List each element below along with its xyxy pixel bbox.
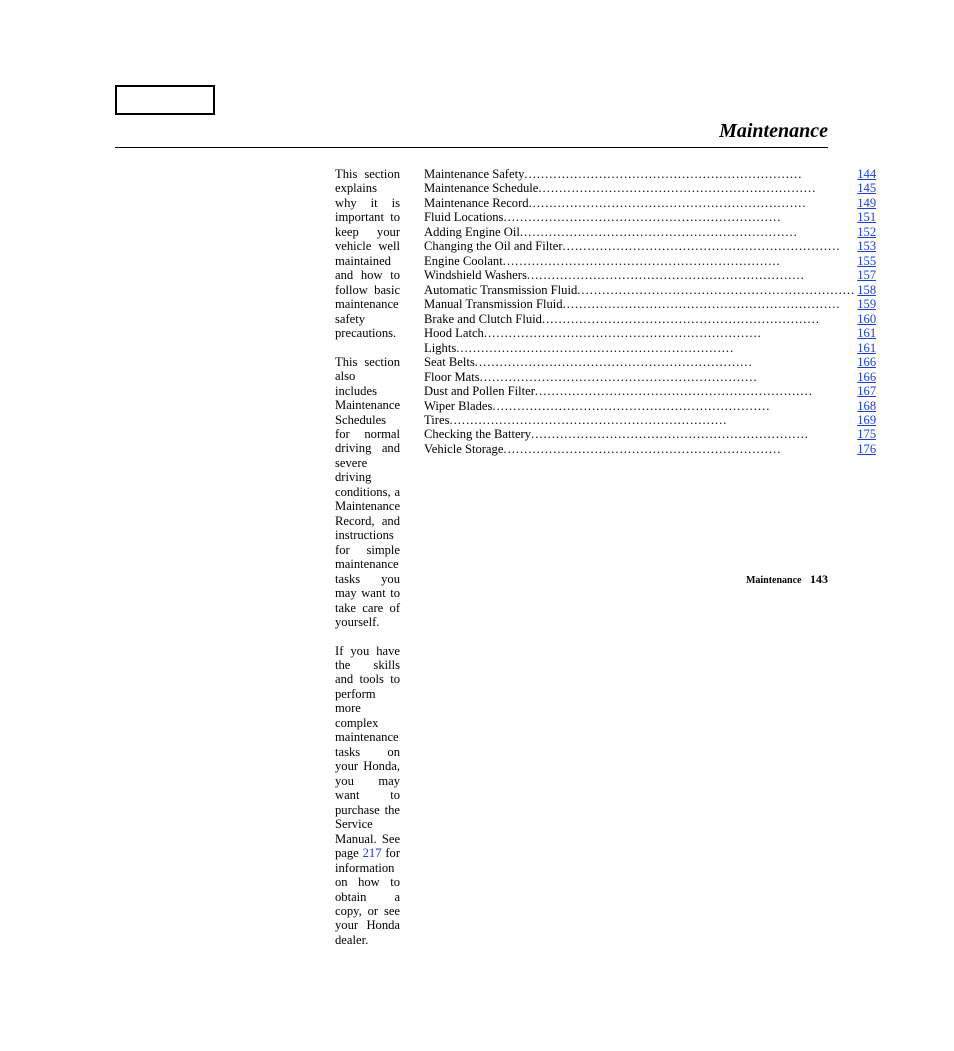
toc-page-link[interactable]: 159 <box>857 297 876 311</box>
toc-page-link[interactable]: 153 <box>857 239 876 253</box>
toc-leader-dots <box>524 167 855 181</box>
toc-row: Floor Mats 166 <box>424 370 876 384</box>
toc-label: Maintenance Schedule <box>424 181 538 195</box>
toc-label: Checking the Battery <box>424 427 531 441</box>
toc-label: Windshield Washers <box>424 268 527 282</box>
toc-leader-dots <box>531 427 855 441</box>
content-columns: This section explains why it is importan… <box>335 167 765 1051</box>
toc-row: Hood Latch 161 <box>424 326 876 340</box>
toc-page-link[interactable]: 158 <box>857 283 876 297</box>
intro-text: for information on how to obtain a copy,… <box>335 846 400 947</box>
toc-leader-dots <box>449 413 855 427</box>
toc-leader-dots <box>484 326 855 340</box>
toc-row: Adding Engine Oil 152 <box>424 225 876 239</box>
toc-leader-dots <box>563 297 856 311</box>
toc-row: Seat Belts 166 <box>424 355 876 369</box>
toc-page-link[interactable]: 167 <box>857 384 876 398</box>
toc-leader-dots <box>503 254 856 268</box>
toc-label: Brake and Clutch Fluid <box>424 312 542 326</box>
toc-page-link[interactable]: 169 <box>857 413 876 427</box>
intro-column: This section explains why it is importan… <box>335 167 400 1051</box>
page: Maintenance This section explains why it… <box>0 0 954 710</box>
toc-row: Maintenance Safety 144 <box>424 167 876 181</box>
toc-leader-dots <box>503 210 855 224</box>
page-title: Maintenance <box>115 120 828 148</box>
toc-label: Vehicle Storage <box>424 442 503 456</box>
toc-page-link[interactable]: 151 <box>857 210 876 224</box>
toc-leader-dots <box>492 399 855 413</box>
toc-leader-dots <box>520 225 855 239</box>
toc-page-link[interactable]: 176 <box>857 442 876 456</box>
intro-paragraph: This section also includes Maintenance S… <box>335 355 400 630</box>
toc-label: Dust and Pollen Filter <box>424 384 535 398</box>
toc-label: Hood Latch <box>424 326 484 340</box>
toc-row: Vehicle Storage 176 <box>424 442 876 456</box>
toc-row: Lights 161 <box>424 341 876 355</box>
toc-row: Engine Coolant 155 <box>424 254 876 268</box>
toc-page-link[interactable]: 144 <box>857 167 876 181</box>
table-of-contents: Maintenance Safety144Maintenance Schedul… <box>424 167 876 1051</box>
toc-page-link[interactable]: 157 <box>857 268 876 282</box>
intro-paragraph: If you have the skills and tools to perf… <box>335 644 400 948</box>
toc-row: Tires 169 <box>424 413 876 427</box>
toc-leader-dots <box>542 312 855 326</box>
page-footer: Maintenance 143 <box>746 572 828 587</box>
toc-label: Lights <box>424 341 456 355</box>
toc-label: Maintenance Record <box>424 196 529 210</box>
toc-page-link[interactable]: 161 <box>857 341 876 355</box>
toc-row: Brake and Clutch Fluid 160 <box>424 312 876 326</box>
toc-row: Manual Transmission Fluid 159 <box>424 297 876 311</box>
toc-label: Engine Coolant <box>424 254 503 268</box>
toc-row: Windshield Washers 157 <box>424 268 876 282</box>
toc-row: Dust and Pollen Filter 167 <box>424 384 876 398</box>
toc-page-link[interactable]: 149 <box>857 196 876 210</box>
footer-section-label: Maintenance <box>746 575 802 586</box>
toc-row: Checking the Battery 175 <box>424 427 876 441</box>
toc-leader-dots <box>529 196 856 210</box>
toc-label: Wiper Blades <box>424 399 492 413</box>
toc-label: Fluid Locations <box>424 210 503 224</box>
toc-leader-dots <box>577 283 855 297</box>
toc-row: Maintenance Record 149 <box>424 196 876 210</box>
toc-row: Wiper Blades 168 <box>424 399 876 413</box>
toc-leader-dots <box>527 268 855 282</box>
toc-leader-dots <box>480 370 856 384</box>
toc-leader-dots <box>563 239 856 253</box>
toc-label: Manual Transmission Fluid <box>424 297 563 311</box>
page-reference-link[interactable]: 217 <box>363 846 382 860</box>
toc-label: Adding Engine Oil <box>424 225 520 239</box>
toc-row: Maintenance Schedule 145 <box>424 181 876 195</box>
intro-paragraph: This section explains why it is importan… <box>335 167 400 341</box>
toc-page-link[interactable]: 161 <box>857 326 876 340</box>
toc-leader-dots <box>503 442 855 456</box>
toc-leader-dots <box>475 355 855 369</box>
toc-label: Seat Belts <box>424 355 475 369</box>
toc-page-link[interactable]: 160 <box>857 312 876 326</box>
toc-page-link[interactable]: 166 <box>857 370 876 384</box>
toc-page-link[interactable]: 145 <box>857 181 876 195</box>
toc-leader-dots <box>535 384 855 398</box>
toc-label: Maintenance Safety <box>424 167 524 181</box>
toc-label: Changing the Oil and Filter <box>424 239 563 253</box>
toc-page-link[interactable]: 175 <box>857 427 876 441</box>
toc-row: Changing the Oil and Filter 153 <box>424 239 876 253</box>
intro-text: If you have the skills and tools to perf… <box>335 644 400 861</box>
toc-label: Floor Mats <box>424 370 480 384</box>
toc-page-link[interactable]: 155 <box>857 254 876 268</box>
toc-page-link[interactable]: 152 <box>857 225 876 239</box>
toc-page-link[interactable]: 168 <box>857 399 876 413</box>
toc-leader-dots <box>538 181 855 195</box>
toc-label: Tires <box>424 413 449 427</box>
toc-label: Automatic Transmission Fluid <box>424 283 577 297</box>
toc-row: Fluid Locations 151 <box>424 210 876 224</box>
toc-page-link[interactable]: 166 <box>857 355 876 369</box>
blank-box <box>115 85 215 115</box>
toc-leader-dots <box>456 341 855 355</box>
toc-row: Automatic Transmission Fluid 158 <box>424 283 876 297</box>
footer-page-number: 143 <box>810 572 828 586</box>
